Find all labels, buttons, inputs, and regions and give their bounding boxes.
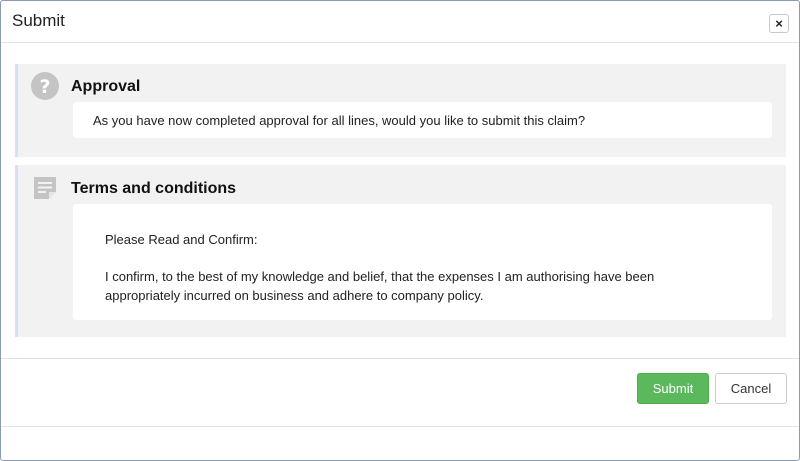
terms-body: I confirm, to the best of my knowledge a… bbox=[105, 269, 655, 303]
approval-message-box: As you have now completed approval for a… bbox=[73, 102, 772, 138]
dialog-footer: Submit Cancel bbox=[1, 358, 799, 427]
submit-button[interactable]: Submit bbox=[637, 373, 709, 404]
cancel-button[interactable]: Cancel bbox=[715, 373, 787, 404]
terms-text-box: Please Read and Confirm: I confirm, to t… bbox=[73, 204, 772, 320]
close-button[interactable]: × bbox=[769, 14, 789, 33]
submit-dialog: Submit × ? Approval As you have now comp… bbox=[0, 0, 800, 461]
close-icon: × bbox=[775, 16, 783, 31]
document-lines-icon bbox=[34, 177, 56, 199]
question-circle-icon: ? bbox=[31, 72, 59, 100]
terms-heading: Please Read and Confirm: bbox=[105, 232, 258, 247]
terms-title: Terms and conditions bbox=[71, 180, 237, 197]
svg-text:?: ? bbox=[39, 76, 50, 98]
approval-message: As you have now completed approval for a… bbox=[93, 113, 586, 128]
approval-panel: ? Approval As you have now completed app… bbox=[15, 64, 786, 157]
terms-panel: Terms and conditions Please Read and Con… bbox=[15, 165, 786, 337]
dialog-header: Submit × bbox=[1, 1, 799, 43]
dialog-title: Submit bbox=[12, 11, 65, 30]
approval-title: Approval bbox=[71, 78, 141, 95]
